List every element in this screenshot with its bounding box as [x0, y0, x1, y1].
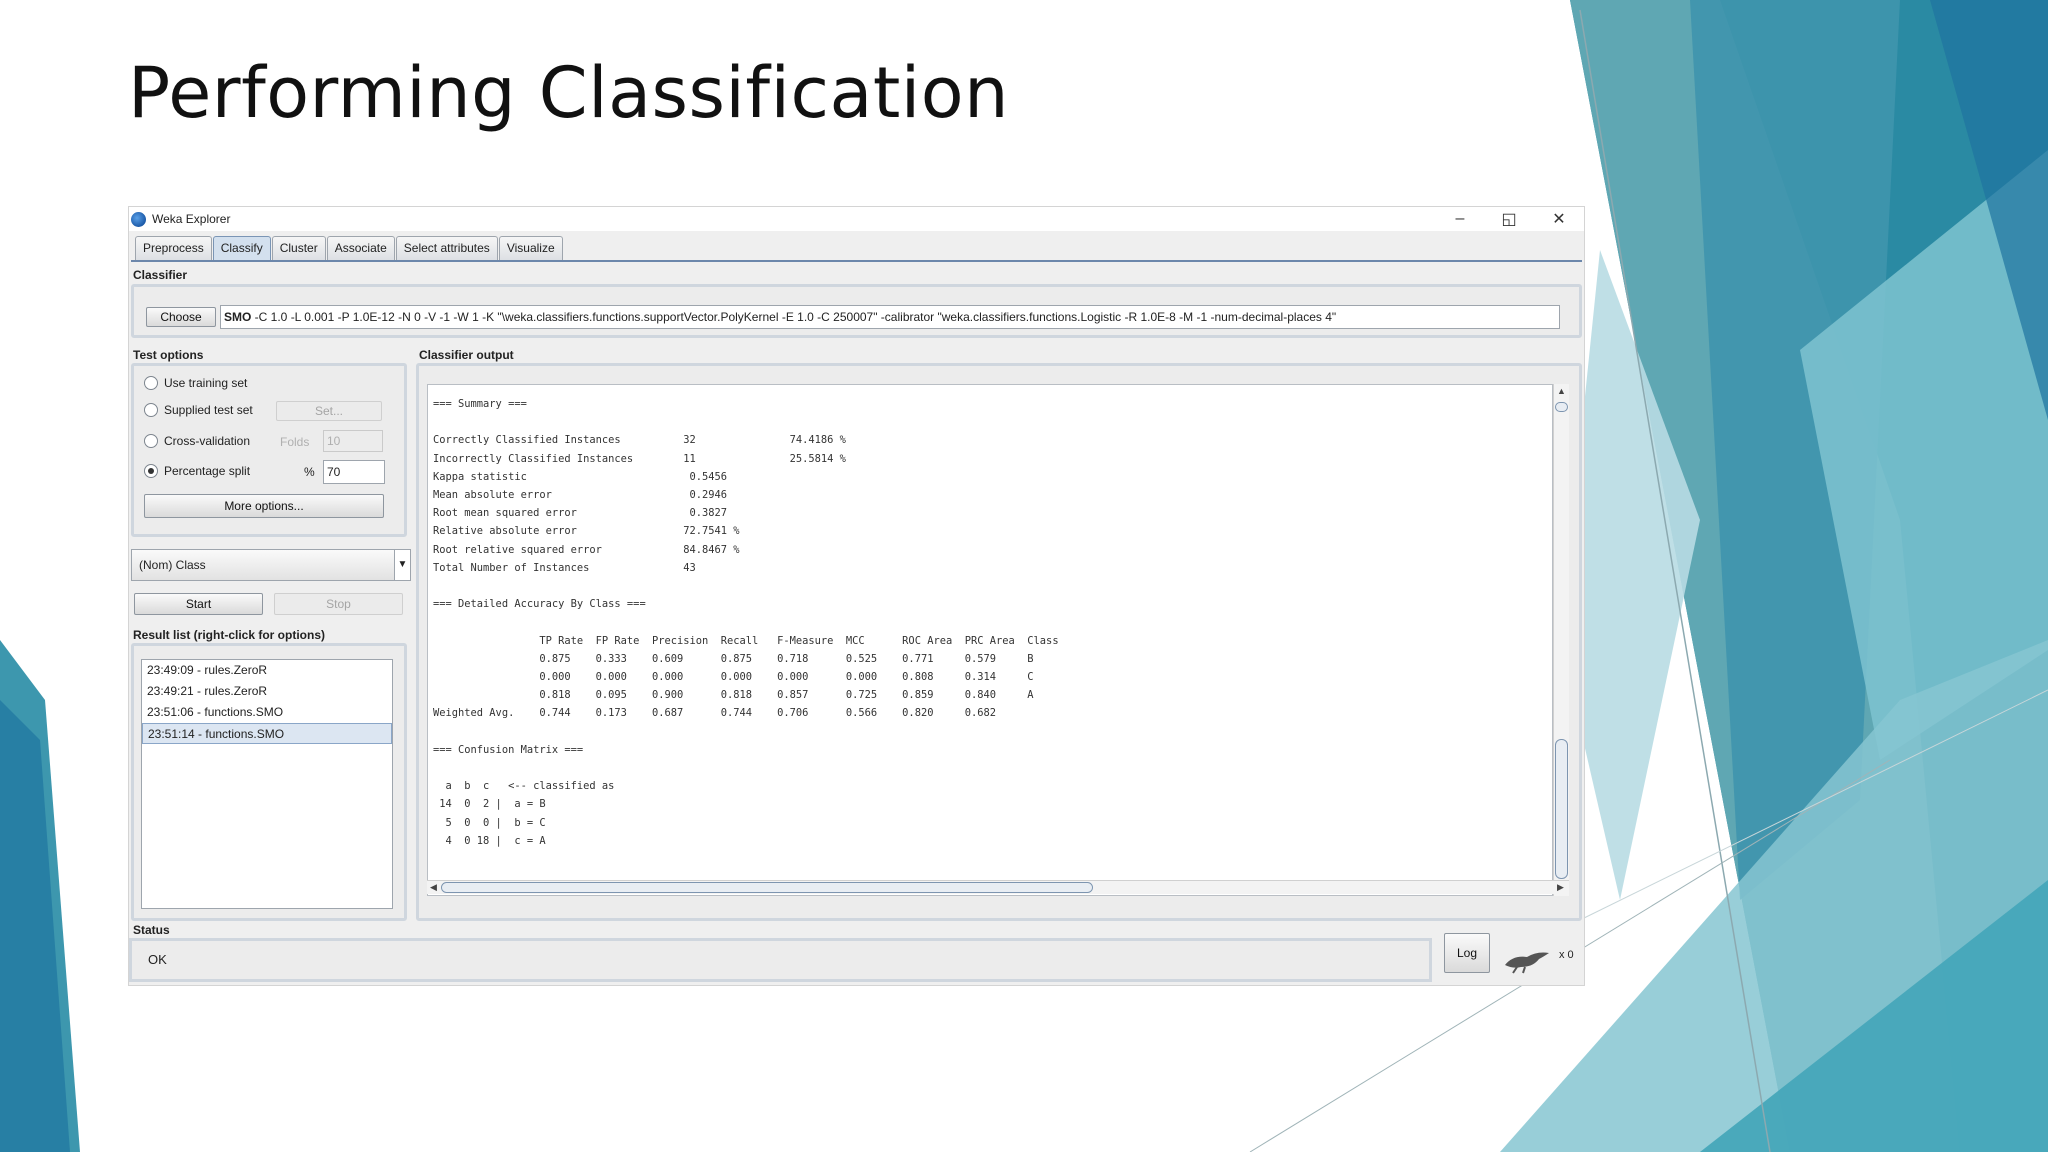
choose-button[interactable]: Choose [146, 307, 216, 327]
percent-label: % [304, 465, 315, 479]
maximize-icon[interactable]: ◱ [1489, 207, 1529, 231]
stop-button[interactable]: Stop [274, 593, 403, 615]
result-list-item-selected[interactable]: 23:51:14 - functions.SMO [142, 723, 392, 744]
scroll-right-icon[interactable]: ▶ [1557, 882, 1564, 893]
status-text: OK [148, 952, 167, 967]
classifier-output-group: === Summary === Correctly Classified Ins… [416, 363, 1582, 921]
use-training-set-label: Use training set [164, 376, 248, 390]
scroll-left-icon[interactable]: ◀ [430, 882, 437, 893]
radio-circle-icon [144, 434, 158, 448]
close-icon[interactable]: ✕ [1539, 207, 1579, 231]
class-attribute-value: (Nom) Class [139, 558, 206, 572]
horizontal-scrollbar[interactable]: ◀ ▶ [427, 880, 1569, 894]
tab-visualize[interactable]: Visualize [498, 236, 563, 260]
tab-underline [131, 260, 1582, 262]
percentage-input[interactable]: 70 [323, 460, 385, 484]
result-list-section-label: Result list (right-click for options) [133, 628, 326, 642]
log-button[interactable]: Log [1444, 933, 1490, 973]
scroll-up-icon[interactable]: ▲ [1557, 386, 1566, 396]
classifier-section-label: Classifier [133, 268, 188, 282]
classifier-output-area[interactable]: === Summary === Correctly Classified Ins… [427, 384, 1553, 896]
horizontal-scroll-thumb[interactable] [441, 882, 1093, 893]
folds-label: Folds [280, 435, 310, 449]
radio-circle-icon [144, 376, 158, 390]
cross-validation-radio[interactable]: Cross-validation [144, 434, 250, 448]
slide-title: Performing Classification [128, 52, 1009, 134]
radio-circle-icon [144, 403, 158, 417]
classifier-options: -C 1.0 -L 0.001 -P 1.0E-12 -N 0 -V -1 -W… [251, 310, 1337, 324]
test-options-group: Use training set Supplied test set Set..… [131, 363, 407, 537]
radio-selected-icon [144, 464, 158, 478]
cross-validation-label: Cross-validation [164, 434, 251, 448]
classifier-output-section-label: Classifier output [419, 348, 514, 362]
percentage-split-label: Percentage split [164, 464, 251, 478]
start-button[interactable]: Start [134, 593, 263, 615]
status-section-label: Status [133, 923, 170, 937]
set-test-file-button[interactable]: Set... [276, 401, 382, 421]
weka-explorer-window: Weka Explorer – ◱ ✕ Preprocess Classify … [128, 206, 1585, 986]
result-list-item[interactable]: 23:49:09 - rules.ZeroR [142, 660, 392, 681]
folds-input[interactable]: 10 [323, 430, 383, 452]
supplied-test-set-radio[interactable]: Supplied test set [144, 403, 253, 417]
tab-associate[interactable]: Associate [326, 236, 395, 260]
use-training-set-radio[interactable]: Use training set [144, 376, 247, 390]
class-attribute-dropdown[interactable]: (Nom) Class ▼ [131, 549, 411, 581]
classifier-config-field[interactable]: SMO -C 1.0 -L 0.001 -P 1.0E-12 -N 0 -V -… [220, 305, 1560, 329]
tab-select-attributes[interactable]: Select attributes [395, 236, 498, 260]
title-bar[interactable]: Weka Explorer – ◱ ✕ [129, 207, 1584, 231]
classifier-name: SMO [224, 310, 252, 324]
weka-bird-icon[interactable] [1503, 945, 1553, 975]
more-options-button[interactable]: More options... [144, 494, 384, 518]
vertical-scroll-thumb-top[interactable] [1555, 402, 1568, 412]
result-list-item[interactable]: 23:49:21 - rules.ZeroR [142, 681, 392, 702]
result-list-item[interactable]: 23:51:06 - functions.SMO [142, 702, 392, 723]
window-title: Weka Explorer [152, 212, 231, 226]
tab-bar: Preprocess Classify Cluster Associate Se… [135, 236, 564, 260]
classifier-group: Choose SMO -C 1.0 -L 0.001 -P 1.0E-12 -N… [131, 284, 1582, 338]
weka-app-icon [131, 211, 146, 227]
tab-preprocess[interactable]: Preprocess [135, 236, 212, 260]
status-bar: OK [129, 938, 1432, 982]
minimize-icon[interactable]: – [1440, 207, 1480, 231]
vertical-scrollbar[interactable]: ▲ ▼ [1553, 384, 1569, 896]
percentage-split-radio[interactable]: Percentage split [144, 464, 250, 478]
result-list[interactable]: 23:49:09 - rules.ZeroR 23:49:21 - rules.… [141, 659, 393, 909]
dropdown-arrow-icon: ▼ [394, 550, 410, 580]
test-options-section-label: Test options [133, 348, 204, 362]
supplied-test-set-label: Supplied test set [164, 403, 253, 417]
tab-cluster[interactable]: Cluster [271, 236, 326, 260]
tab-classify[interactable]: Classify [212, 236, 271, 260]
vertical-scroll-thumb[interactable] [1555, 739, 1568, 879]
classifier-output-text: === Summary === Correctly Classified Ins… [433, 398, 1059, 847]
task-count: x 0 [1559, 949, 1574, 961]
